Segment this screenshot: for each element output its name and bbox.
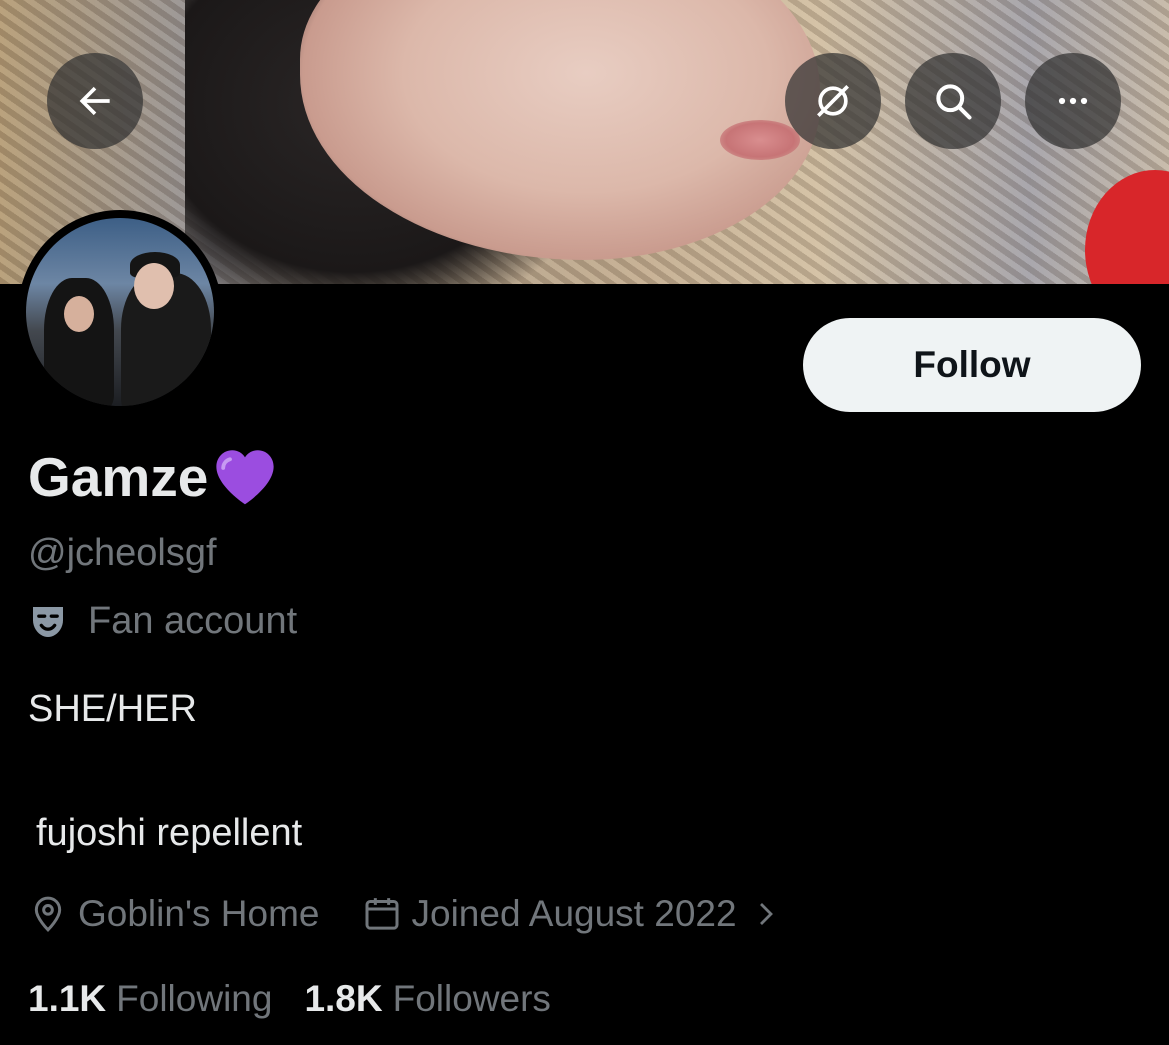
profile-meta: Goblin's Home Joined August 2022: [28, 893, 781, 935]
more-button[interactable]: [1025, 53, 1121, 149]
follow-stats: 1.1K Following 1.8K Followers: [28, 978, 551, 1020]
bio-line-1: SHE/HER: [28, 688, 197, 730]
avatar-face-right: [134, 263, 174, 309]
arrow-left-icon: [79, 86, 110, 116]
calendar-icon: [365, 898, 398, 930]
location-label: Goblin's Home: [78, 893, 320, 934]
grok-button[interactable]: [785, 53, 881, 149]
bio-line-2: fujoshi repellent: [36, 812, 303, 854]
avatar[interactable]: [18, 210, 222, 414]
following-label: Following: [116, 978, 273, 1019]
location: Goblin's Home: [28, 893, 320, 935]
display-name-text: Gamze: [28, 446, 209, 508]
followers-label: Followers: [392, 978, 551, 1019]
banner-red-shape: [1085, 170, 1169, 284]
handle: @jcheolsgf: [28, 532, 217, 574]
more-icon: [1058, 97, 1088, 105]
grok-icon: [817, 85, 849, 117]
category-label: Fan account: [88, 600, 298, 642]
joined-date[interactable]: Joined August 2022: [362, 893, 781, 935]
location-pin-icon: [34, 896, 62, 932]
search-button[interactable]: [905, 53, 1001, 149]
avatar-image: [26, 218, 214, 406]
display-name: Gamze: [28, 445, 278, 509]
joined-label: Joined August 2022: [411, 893, 737, 934]
search-icon: [936, 84, 972, 120]
followers-count: 1.8K: [304, 978, 383, 1019]
following-link[interactable]: 1.1K Following: [28, 978, 272, 1020]
followers-link[interactable]: 1.8K Followers: [304, 978, 550, 1020]
avatar-face-left: [64, 296, 94, 332]
chevron-right-icon: [759, 903, 773, 925]
back-button[interactable]: [47, 53, 143, 149]
theater-masks-icon: [33, 606, 63, 637]
banner-lip-shape: [720, 120, 800, 160]
purple-heart-icon: [216, 450, 275, 505]
following-count: 1.1K: [28, 978, 107, 1019]
profile-category: Fan account: [28, 600, 297, 643]
follow-button[interactable]: Follow: [803, 318, 1141, 412]
